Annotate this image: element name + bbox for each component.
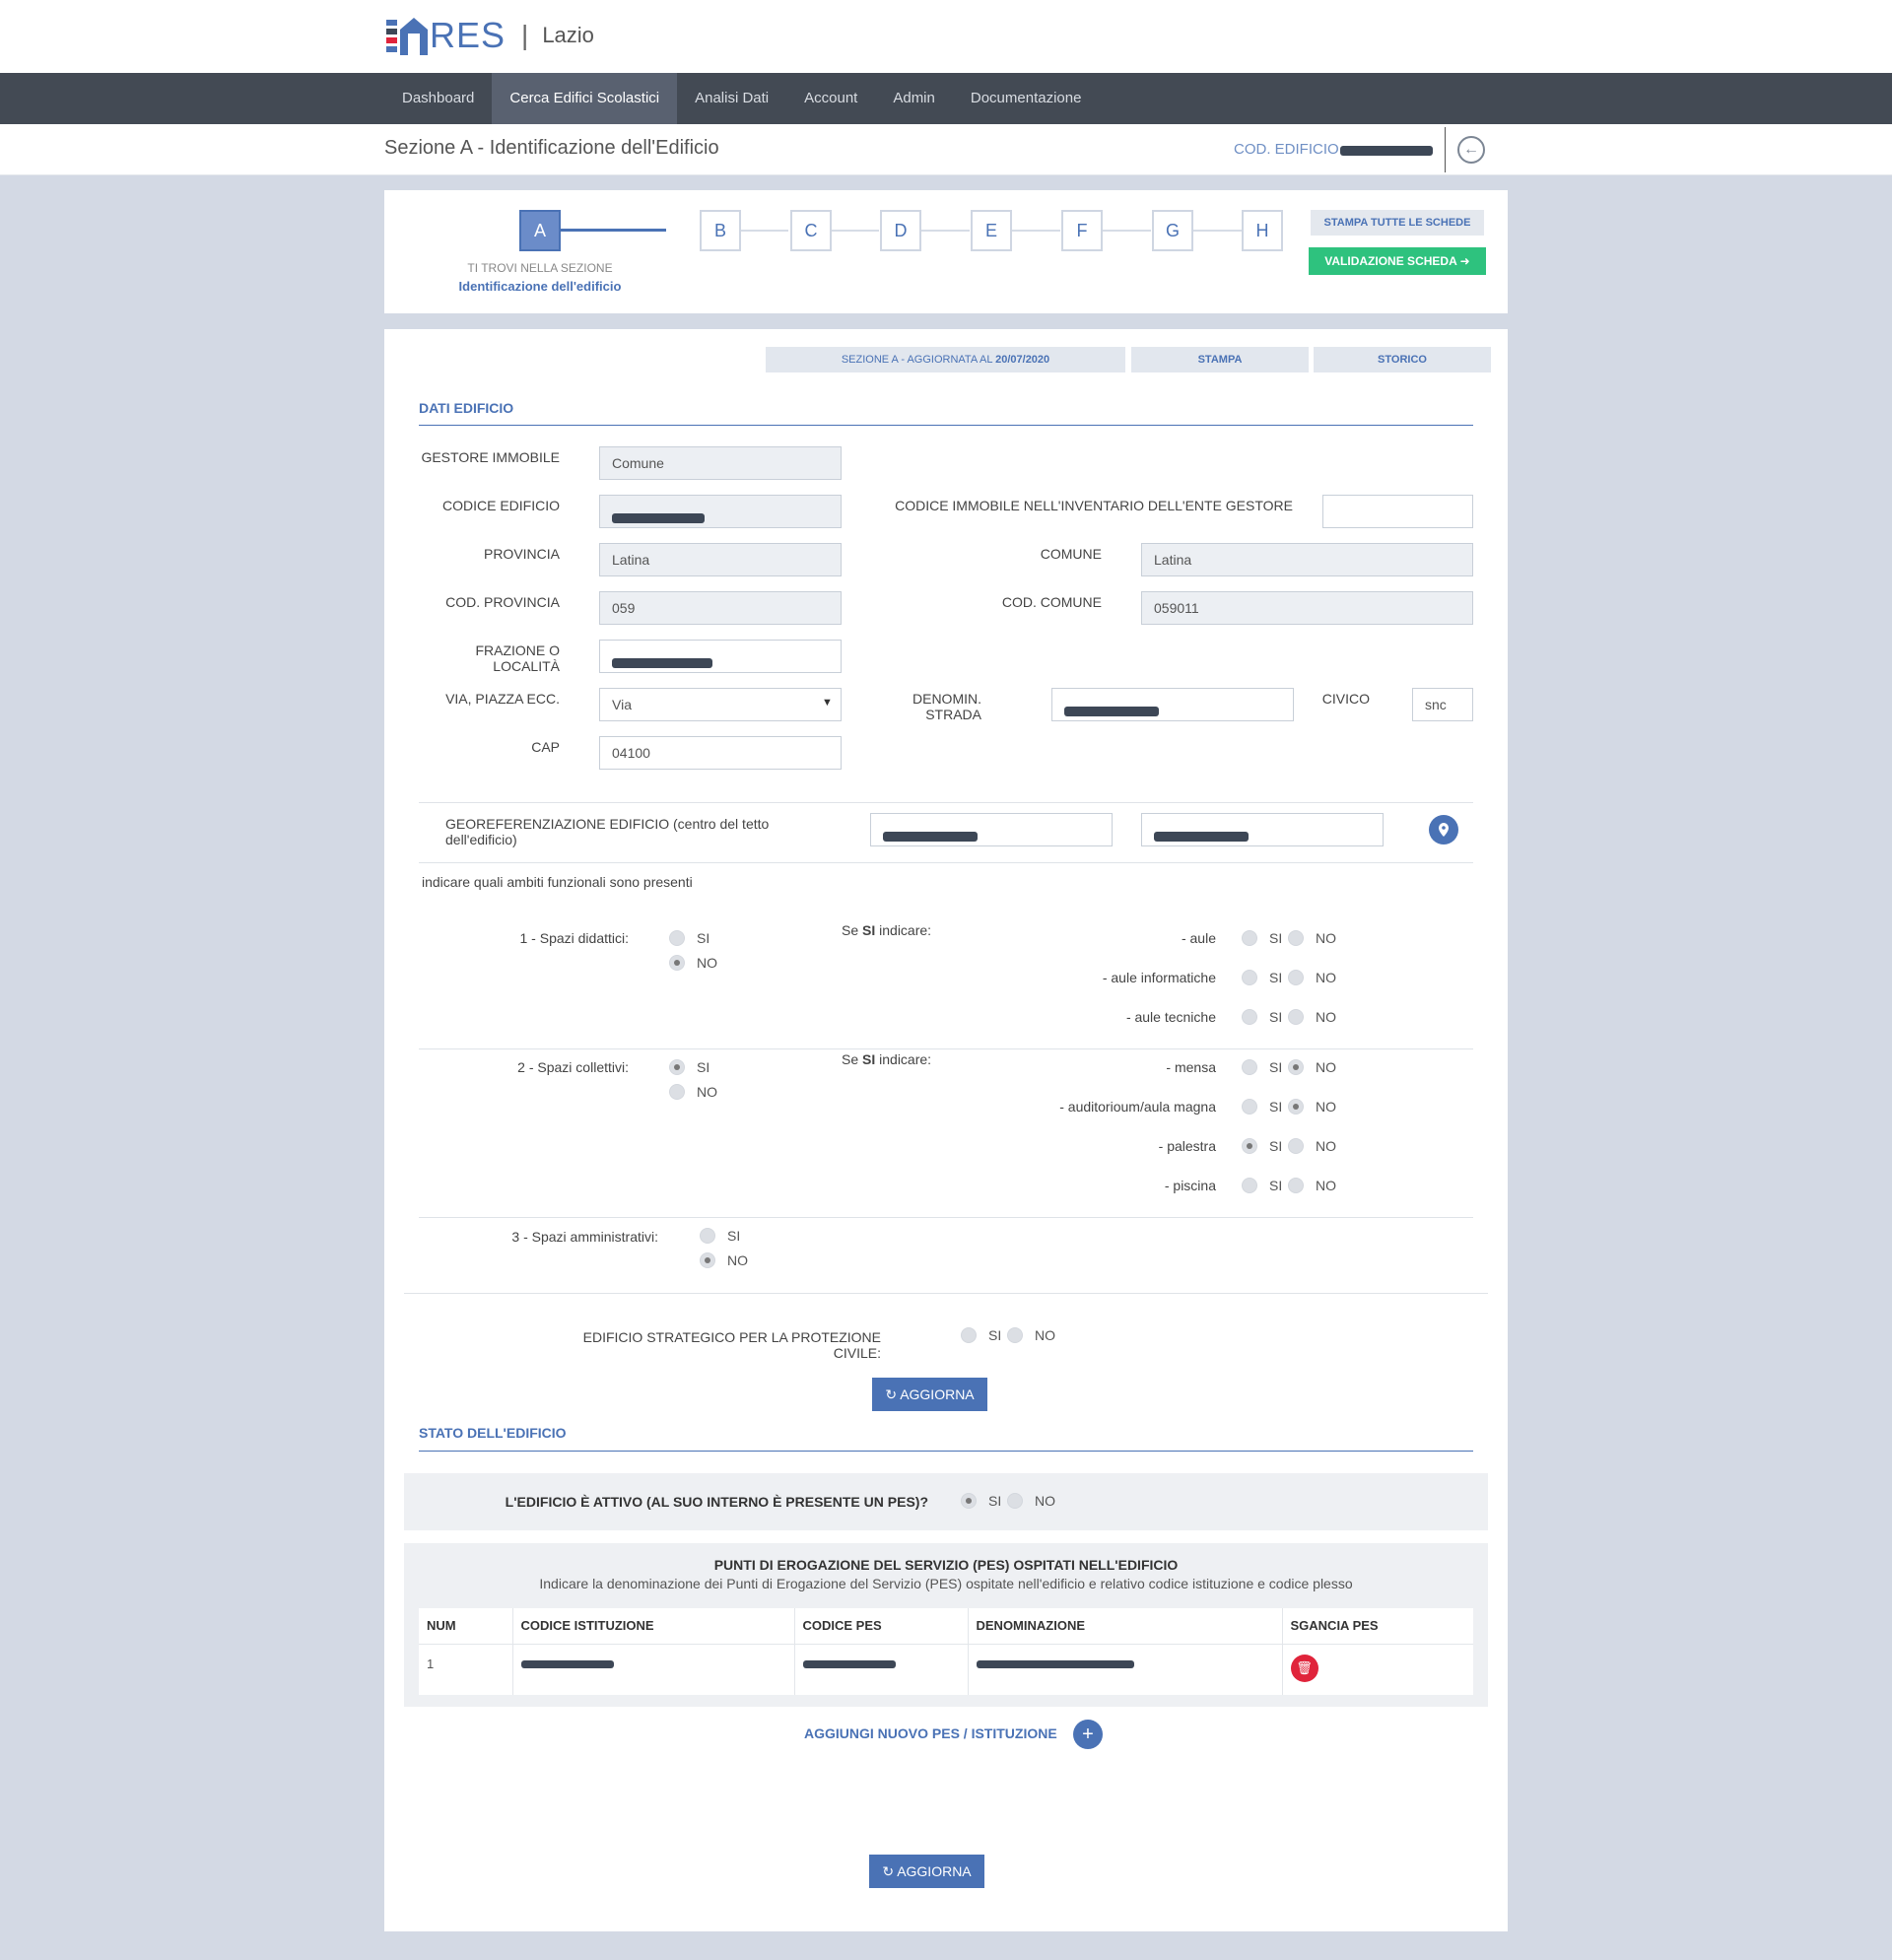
mensa-no-radio[interactable]: NO (1288, 1059, 1336, 1075)
spazi-didattici-label: 1 - Spazi didattici: (519, 930, 630, 946)
nav-documentazione[interactable]: Documentazione (953, 73, 1100, 124)
table-header: NUM CODICE ISTITUZIONE CODICE PES DENOMI… (419, 1608, 1473, 1645)
step-a[interactable]: A (519, 210, 561, 251)
chevron-down-icon: ▼ (822, 697, 833, 709)
via-select[interactable]: Via (599, 688, 842, 721)
pes-title: PUNTI DI EROGAZIONE DEL SERVIZIO (PES) O… (713, 1557, 1179, 1573)
add-pes-link[interactable]: AGGIUNGI NUOVO PES / ISTITUZIONE (804, 1725, 1057, 1741)
updated-info-button[interactable]: SEZIONE A - AGGIORNATA AL 20/07/2020 (766, 347, 1125, 372)
step-d[interactable]: D (880, 210, 921, 251)
attivo-si-radio[interactable]: SI (961, 1493, 1001, 1509)
step-e[interactable]: E (971, 210, 1012, 251)
codice-inventario-field[interactable] (1322, 495, 1473, 528)
step-b[interactable]: B (700, 210, 741, 251)
didattici-si-radio[interactable]: SI (669, 930, 710, 946)
palestra-si-radio[interactable]: SI (1242, 1138, 1282, 1154)
aggiorna-bottom-button[interactable]: ↻ AGGIORNA (869, 1855, 984, 1888)
spazi-collettivi-label: 2 - Spazi collettivi: (517, 1059, 629, 1075)
strategico-si-radio[interactable]: SI (961, 1327, 1001, 1343)
longitude-field[interactable] (1141, 813, 1384, 846)
latitude-field[interactable] (870, 813, 1113, 846)
attivo-no-radio[interactable]: NO (1007, 1493, 1055, 1509)
auditorium-no-radio[interactable]: NO (1288, 1099, 1336, 1115)
denominazione-redacted (968, 1644, 1283, 1695)
main-panel: SEZIONE A - AGGIORNATA AL 20/07/2020 STA… (384, 329, 1508, 1931)
amministrativi-si-radio[interactable]: SI (700, 1228, 740, 1244)
nav-analisi-dati[interactable]: Analisi Dati (677, 73, 786, 124)
aule-tecniche-no-radio[interactable]: NO (1288, 1009, 1336, 1025)
brand-name: RES (430, 15, 507, 55)
codice-istituzione-redacted (512, 1644, 795, 1695)
mensa-si-radio[interactable]: SI (1242, 1059, 1282, 1075)
step-caption-small: TI TROVI NELLA SEZIONE (467, 261, 613, 275)
collettivi-no-radio[interactable]: NO (669, 1084, 717, 1100)
print-all-button[interactable]: STAMPA TUTTE LE SCHEDE (1311, 210, 1484, 236)
history-button[interactable]: STORICO (1314, 347, 1491, 372)
didattici-no-radio[interactable]: NO (669, 955, 717, 971)
cap-field[interactable]: 04100 (599, 736, 842, 770)
gestore-immobile-field[interactable]: Comune (599, 446, 842, 480)
refresh-icon: ↻ (885, 1386, 898, 1402)
codice-edificio-field[interactable] (599, 495, 842, 528)
arrow-right-icon: ➜ (1459, 254, 1470, 268)
validate-button[interactable]: VALIDAZIONE SCHEDA ➜ (1309, 247, 1486, 275)
app-logo[interactable]: RES | Lazio (386, 14, 594, 57)
strategico-label: EDIFICIO STRATEGICO PER LA PROTEZIONE CI… (582, 1329, 881, 1361)
aule-informatiche-si-radio[interactable]: SI (1242, 970, 1282, 985)
cod-edificio-label: COD. EDIFICIO (1234, 141, 1339, 158)
map-pin-icon[interactable] (1429, 815, 1458, 845)
dati-edificio-title: DATI EDIFICIO (419, 400, 514, 416)
civico-field[interactable]: snc (1412, 688, 1473, 721)
aule-informatiche-no-radio[interactable]: NO (1288, 970, 1336, 985)
collettivi-si-radio[interactable]: SI (669, 1059, 710, 1075)
cod-edificio-value-redacted (1340, 146, 1433, 156)
nav-admin[interactable]: Admin (875, 73, 953, 124)
logo-icon (386, 16, 428, 55)
comune-field[interactable]: Latina (1141, 543, 1473, 576)
brand-region: Lazio (542, 23, 594, 47)
nav-cerca-edifici[interactable]: Cerca Edifici Scolastici (492, 73, 678, 124)
steps-panel: A B C D E F G H TI TROVI NELLA SEZIONE I… (384, 190, 1508, 313)
strategico-no-radio[interactable]: NO (1007, 1327, 1055, 1343)
stato-edificio-title: STATO DELL'EDIFICIO (419, 1425, 567, 1441)
aule-no-radio[interactable]: NO (1288, 930, 1336, 946)
step-g[interactable]: G (1152, 210, 1193, 251)
cod-provincia-field[interactable]: 059 (599, 591, 842, 625)
piscina-si-radio[interactable]: SI (1242, 1178, 1282, 1193)
trash-icon[interactable]: 🗑 (1290, 1654, 1318, 1682)
main-nav: Dashboard Cerca Edifici Scolastici Anali… (0, 73, 1892, 124)
print-button[interactable]: STAMPA (1131, 347, 1309, 372)
denominazione-strada-field[interactable] (1051, 688, 1294, 721)
page-title: Sezione A - Identificazione dell'Edifici… (384, 137, 719, 159)
se-si-indicare-label: Se SI indicare: (842, 922, 932, 938)
amministrativi-no-radio[interactable]: NO (700, 1252, 748, 1268)
step-caption-main: Identificazione dell'edificio (458, 279, 622, 294)
table-row: 1 🗑 (419, 1644, 1473, 1695)
palestra-no-radio[interactable]: NO (1288, 1138, 1336, 1154)
nav-dashboard[interactable]: Dashboard (384, 73, 492, 124)
back-arrow-icon[interactable]: ← (1457, 136, 1485, 164)
cod-comune-field[interactable]: 059011 (1141, 591, 1473, 625)
plus-icon[interactable]: + (1073, 1720, 1103, 1749)
refresh-icon: ↻ (882, 1863, 895, 1879)
codice-pes-redacted (794, 1644, 969, 1695)
section-header: Sezione A - Identificazione dell'Edifici… (0, 124, 1892, 175)
auditorium-si-radio[interactable]: SI (1242, 1099, 1282, 1115)
top-bar: RES | Lazio (0, 0, 1892, 73)
aggiorna-button[interactable]: ↻ AGGIORNA (872, 1378, 987, 1411)
step-c[interactable]: C (790, 210, 832, 251)
nav-account[interactable]: Account (786, 73, 875, 124)
provincia-field[interactable]: Latina (599, 543, 842, 576)
stato-attivo-box: L'EDIFICIO È ATTIVO (AL SUO INTERNO È PR… (404, 1473, 1488, 1530)
pes-table: NUM CODICE ISTITUZIONE CODICE PES DENOMI… (419, 1608, 1473, 1695)
piscina-no-radio[interactable]: NO (1288, 1178, 1336, 1193)
step-h[interactable]: H (1242, 210, 1283, 251)
step-f[interactable]: F (1061, 210, 1103, 251)
spazi-amministrativi-label: 3 - Spazi amministrativi: (511, 1229, 658, 1245)
pes-subtitle: Indicare la denominazione dei Punti di E… (539, 1576, 1353, 1591)
aule-tecniche-si-radio[interactable]: SI (1242, 1009, 1282, 1025)
frazione-field[interactable] (599, 640, 842, 673)
aule-si-radio[interactable]: SI (1242, 930, 1282, 946)
